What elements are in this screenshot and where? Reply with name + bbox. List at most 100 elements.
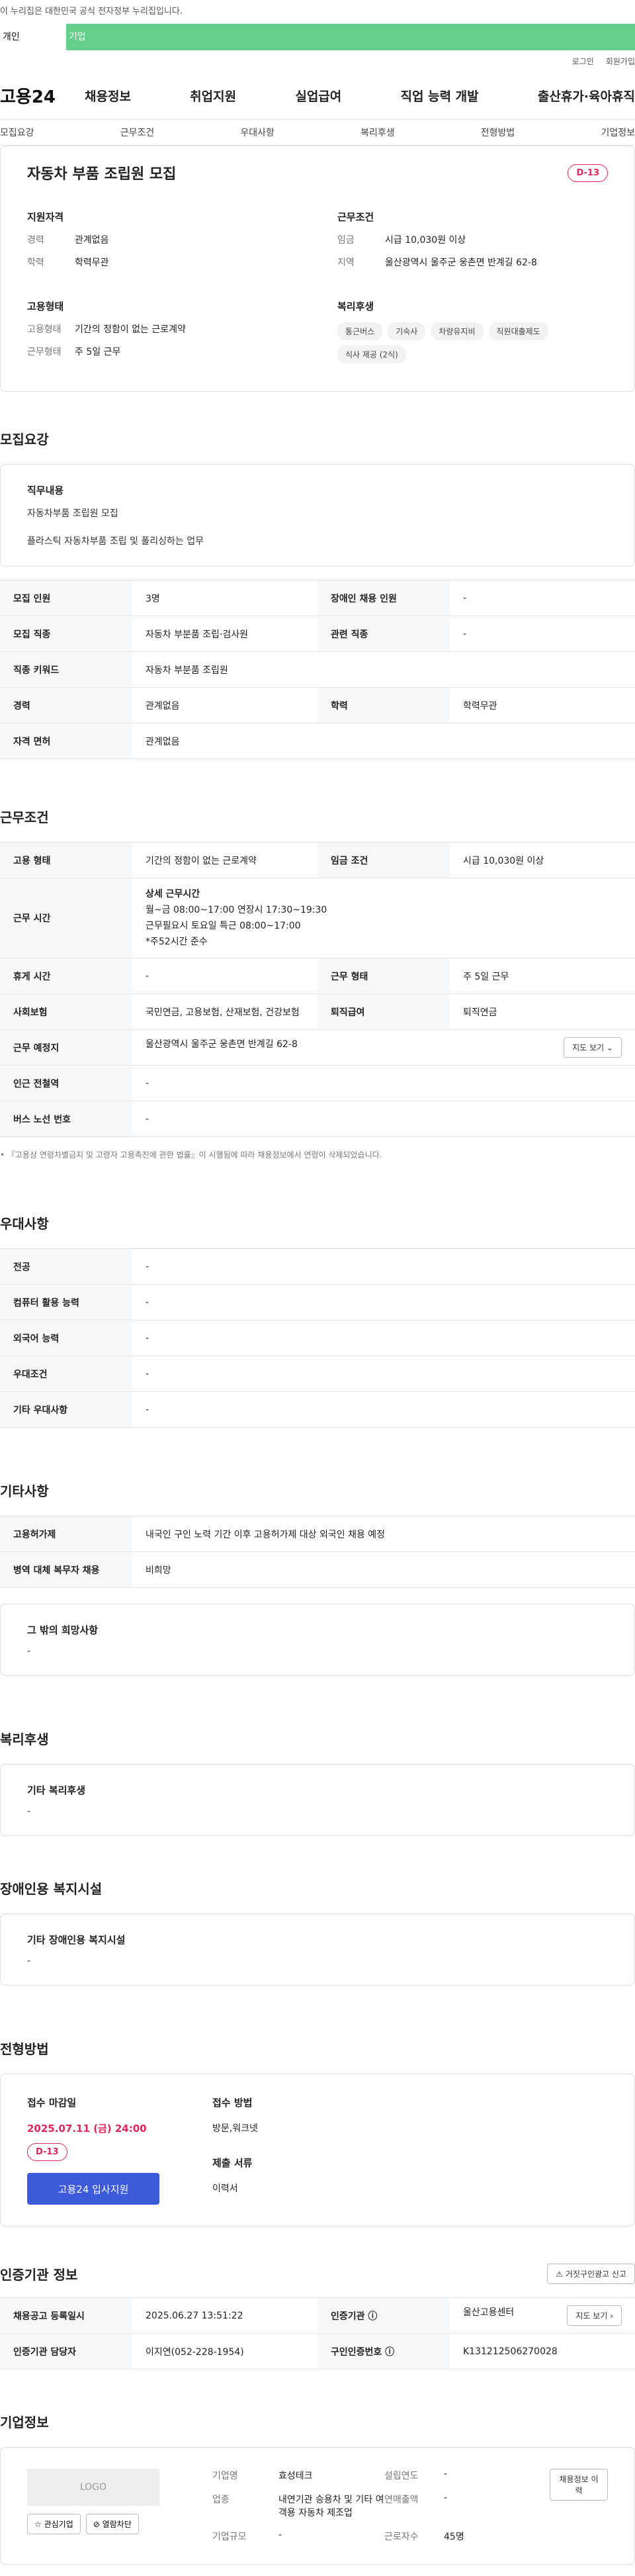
value: - (278, 2530, 282, 2540)
row-value: - (450, 580, 635, 616)
table-row: 사회보험 국민연금, 고용보험, 산재보험, 건강보험 퇴직급여 퇴직연금 (0, 993, 635, 1030)
gnb-item-unemployment[interactable]: 실업급여 (295, 87, 341, 105)
label: 설립연도 (384, 2471, 419, 2481)
row-header: 직종 키워드 (0, 651, 132, 688)
welfare-chip: 차량유지비 (431, 322, 484, 340)
section-title-etc: 기타사항 (0, 1483, 49, 1499)
value: - (444, 2493, 448, 2503)
tab-personal[interactable]: 개인 (0, 24, 66, 50)
map-view-button[interactable]: 지도 보기 ⌄ (564, 1037, 622, 1058)
subnav-recruit[interactable]: 모집요강 (0, 126, 34, 139)
row-header: 외국어 능력 (0, 1320, 132, 1356)
tab-company[interactable]: 기업 (66, 24, 132, 50)
table-row: 모집 인원 3명 장애인 채용 인원 - (0, 580, 635, 616)
row-value: 기간의 정함이 없는 근로계약 (132, 842, 318, 878)
row-header: 근무 형태 (318, 958, 450, 994)
value: 45명 (444, 2532, 464, 2542)
row-header: 우대조건 (0, 1356, 132, 1392)
welfare-sub-title: 기타 복리후생 (27, 1784, 86, 1796)
row-header: 채용공고 등록일시 (0, 2297, 132, 2334)
label: 경력 (27, 235, 44, 246)
row-header: 구인인증번호 ⓘ (318, 2333, 450, 2369)
site-logo[interactable]: 고용24 (0, 83, 85, 108)
gnb-item-training[interactable]: 직업 능력 개발 (401, 87, 479, 105)
company-logo: LOGO (27, 2469, 159, 2506)
company-logo-col: LOGO ☆ 관심기업 ⊘ 열람차단 (27, 2469, 159, 2543)
row-value: 퇴직연금 (450, 993, 635, 1030)
docs-label: 제출 서류 (212, 2157, 253, 2169)
subnav-apply[interactable]: 전형방법 (481, 126, 515, 139)
apply-button[interactable]: 고용24 입사지원 (27, 2173, 159, 2205)
row-header: 관련 직종 (318, 616, 450, 652)
gnb-item-jobs[interactable]: 채용정보 (85, 87, 131, 105)
other-wishes-value: - (27, 1646, 31, 1657)
job-summary-card: 자동차 부품 조립원 모집 D-13 지원자격 경력 관계없음 학력 학력무관 근무… (0, 146, 635, 392)
subnav-company[interactable]: 기업정보 (601, 126, 635, 139)
summary-qual-title: 지원자격 (27, 211, 64, 223)
row-value: 학력무관 (450, 687, 635, 723)
row-value: 국민연금, 고용보험, 산재보험, 건강보험 (132, 993, 318, 1030)
dday-badge: D-13 (568, 163, 608, 182)
apply-method-col: 접수 방법 방문,워크넷 제출 서류 이력서 (212, 2095, 258, 2205)
gnb-menu: 채용정보 취업지원 실업급여 직업 능력 개발 출산휴가·육아휴직 (85, 87, 635, 105)
row-value: 울산고용센터 (463, 2307, 515, 2318)
welfare-value: - (27, 1806, 31, 1817)
table-row: 인근 전철역 - (0, 1065, 635, 1101)
job-title: 자동차 부품 조립원 모집 (27, 166, 177, 183)
recruit-history-button[interactable]: 채용정보 이력 (550, 2469, 608, 2501)
subnav-pref[interactable]: 우대사항 (240, 126, 275, 139)
table-row: 휴게 시간 - 근무 형태 주 5일 근무 (0, 958, 635, 994)
row-value: - (132, 1356, 635, 1392)
subnav-work[interactable]: 근무조건 (120, 126, 155, 139)
row-header: 기타 우대사항 (0, 1391, 132, 1428)
gnb-item-parental-leave[interactable]: 출산휴가·육아휴직 (538, 87, 635, 105)
agency-map-button[interactable]: 지도 보기 › (567, 2305, 622, 2326)
section-title-disabled: 장애인용 복지시설 (0, 1881, 103, 1897)
agency-header: 인증기관 정보 ⚠ 거짓구인광고 신고 (0, 2264, 635, 2284)
company-history-col: 채용정보 이력 (550, 2469, 608, 2543)
row-header: 근무 시간 (0, 878, 132, 958)
row-header: 전공 (0, 1248, 132, 1285)
pref-table: 전공 - 컴퓨터 활용 능력 - 외국어 능력 - 우대조건 - 기타 우대사항 - (0, 1248, 635, 1428)
welfare-box: 기타 복리후생 - (0, 1764, 635, 1836)
row-value: 내국인 구인 노력 기간 이후 고용허가제 대상 외국인 채용 예정 (132, 1516, 635, 1552)
row-header: 병역 대체 복무자 채용 (0, 1551, 132, 1588)
global-nav: 고용24 채용정보 취업지원 실업급여 직업 능력 개발 출산휴가·육아휴직 (0, 71, 635, 119)
row-value: 시급 10,030원 이상 (450, 842, 635, 878)
duty-box: 직무내용 자동차부품 조립원 모집 플라스틱 자동차부품 조립 및 폴리싱하는 … (0, 464, 635, 567)
summary-work-conditions: 근무조건 임금 시급 10,030원 이상 지역 울산광역시 울주군 웅촌면 반계길… (337, 210, 608, 278)
row-value: - (132, 958, 318, 994)
login-link[interactable]: 로그인 (572, 56, 594, 67)
subnav-welfare[interactable]: 복리후생 (360, 126, 395, 139)
age-law-note: • 『고용상 연령차별금지 및 고령자 고용촉진에 관한 법률』이 시행됨에 따… (0, 1150, 382, 1160)
row-value: - (450, 616, 635, 652)
summary-welfare: 복리후생 통근버스 기숙사 차량유지비 직원대출제도 식사 제공 (2식) (337, 299, 608, 367)
value: 관계없음 (75, 235, 109, 246)
value: 주 5일 근무 (75, 347, 121, 357)
other-wishes-box: 그 밖의 희망사항 - (0, 1604, 635, 1676)
section-title-company: 기업정보 (0, 2415, 49, 2430)
row-header: 장애인 채용 인원 (318, 580, 450, 616)
signup-link[interactable]: 회원가입 (606, 56, 635, 67)
favorite-company-button[interactable]: ☆ 관심기업 (27, 2514, 81, 2534)
table-row: 직종 키워드 자동차 부분품 조립원 (0, 651, 635, 688)
table-row: 모집 직종 자동차 부분품 조립·검사원 관련 직종 - (0, 616, 635, 652)
summary-emp-title: 고용형태 (27, 300, 64, 312)
row-header: 고용 형태 (0, 842, 132, 878)
row-value: 이지연(052-228-1954) (132, 2333, 318, 2369)
row-value: - (132, 1248, 635, 1285)
report-false-ad-button[interactable]: ⚠ 거짓구인광고 신고 (547, 2264, 635, 2284)
section-title-agency: 인증기관 정보 (0, 2267, 78, 2283)
table-row: 버스 노선 번호 - (0, 1101, 635, 1137)
row-header: 임금 조건 (318, 842, 450, 878)
label: 업종 (212, 2495, 230, 2505)
duty-title: 직무내용 (27, 484, 64, 496)
user-type-tabs: 개인 기업 (0, 24, 635, 50)
table-row: 근무 예정지 울산광역시 울주군 웅촌면 반계길 62-8 지도 보기 ⌄ (0, 1029, 635, 1066)
gnb-item-employment-support[interactable]: 취업지원 (190, 87, 236, 105)
row-header: 모집 직종 (0, 616, 132, 652)
block-view-button[interactable]: ⊘ 열람차단 (85, 2514, 139, 2534)
apply-dday-badge: D-13 (27, 2143, 67, 2161)
table-row: 근무 시간 상세 근무시간 월~금 08:00~17:00 연장시 17:30~… (0, 878, 635, 958)
summary-welfare-title: 복리후생 (337, 300, 374, 312)
